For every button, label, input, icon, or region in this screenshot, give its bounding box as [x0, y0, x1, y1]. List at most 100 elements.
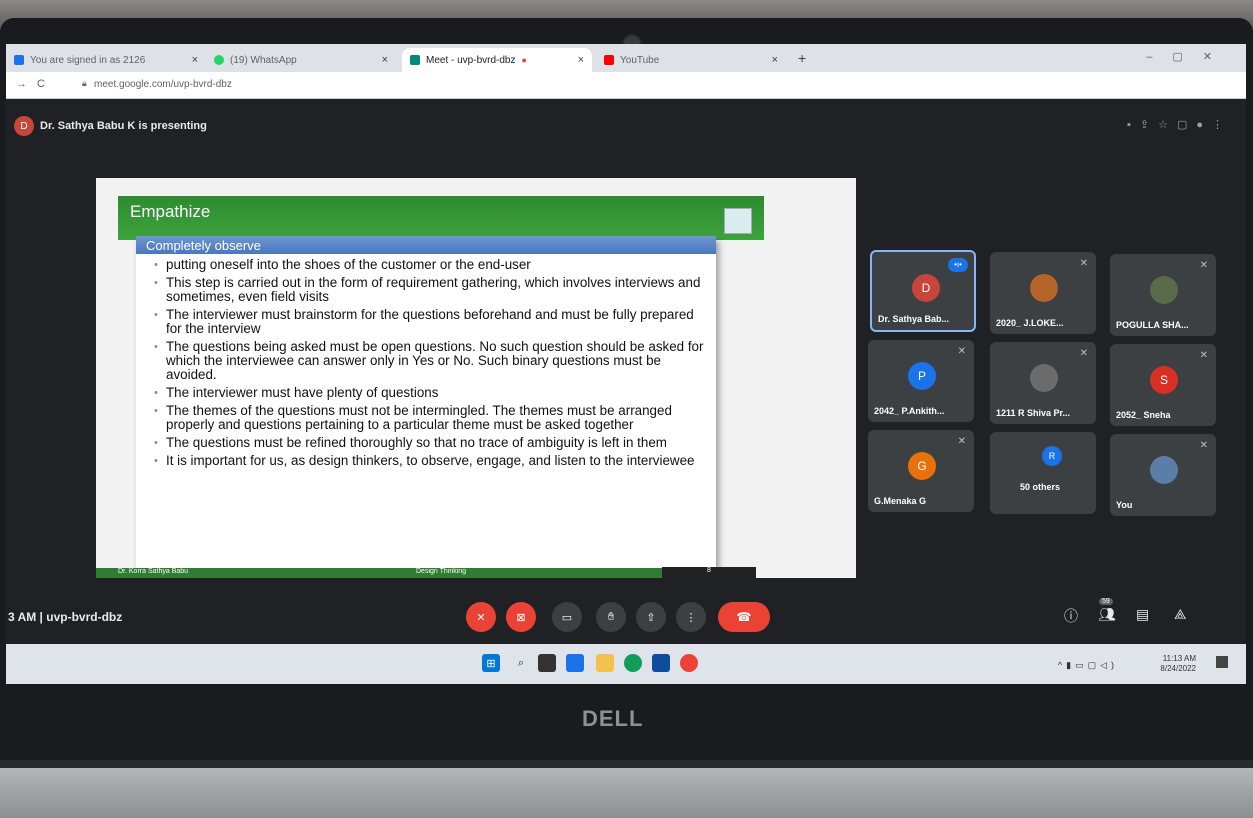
- tab-signed-in[interactable]: You are signed in as 2126 ×: [6, 48, 206, 72]
- edge-icon[interactable]: [624, 654, 642, 672]
- close-icon[interactable]: ×: [578, 54, 584, 66]
- people-icon[interactable]: 👥︎: [1098, 606, 1116, 623]
- search-icon[interactable]: ⌕: [512, 654, 530, 672]
- chat-icon[interactable]: ▤: [1136, 606, 1149, 623]
- mic-off-icon: ✕: [1079, 258, 1088, 269]
- bullet-item: It is important for us, as design thinke…: [154, 454, 704, 469]
- avatar: [1150, 456, 1178, 484]
- people-count-badge: 59: [1099, 598, 1113, 605]
- participant-tile[interactable]: ✕ P 2042_ P.Ankith...: [868, 340, 974, 422]
- bullet-item: putting oneself into the shoes of the cu…: [154, 258, 704, 273]
- nav-buttons-icon[interactable]: →C: [16, 78, 55, 90]
- mic-off-icon: ✕: [1199, 440, 1208, 451]
- system-tray-icons[interactable]: ^▮▭▢◁): [1058, 660, 1118, 671]
- mic-off-icon: ✕: [957, 436, 966, 447]
- close-icon[interactable]: ×: [772, 54, 778, 66]
- tab-meet[interactable]: Meet - uvp-bvrd-dbz ● ×: [402, 48, 592, 72]
- footer-page-number: 8: [662, 567, 756, 578]
- clock[interactable]: 11:13 AM 8/24/2022: [1160, 654, 1196, 674]
- captions-button[interactable]: ▭: [552, 602, 582, 632]
- bullet-item: The themes of the questions must not be …: [154, 404, 704, 432]
- end-call-button[interactable]: ☎︎: [718, 602, 770, 632]
- mic-off-icon: ✕: [476, 611, 486, 624]
- task-view-icon[interactable]: [538, 654, 556, 672]
- window-controls[interactable]: –▢✕: [1146, 50, 1232, 63]
- brand-logo: DELL: [582, 706, 644, 731]
- bullet-list: putting oneself into the shoes of the cu…: [154, 258, 704, 472]
- slide-title: Empathize: [130, 202, 211, 221]
- participant-tile[interactable]: ✕ You: [1110, 434, 1216, 516]
- participant-tile[interactable]: R 50 others: [990, 432, 1096, 514]
- mic-off-icon: ✕: [957, 346, 966, 357]
- footer-author: Dr. Korra Sathya Babu: [118, 568, 189, 575]
- start-icon[interactable]: ⊞: [482, 654, 500, 672]
- browser-toolbar-icons[interactable]: ▪⇪☆▢●⋮: [1127, 118, 1232, 131]
- footer-course: Design Thinking: [416, 568, 467, 575]
- participant-tile[interactable]: ✕ 2020_ J.LOKE...: [990, 252, 1096, 334]
- raise-hand-button[interactable]: ✋︎: [596, 602, 626, 632]
- slide-footer: Dr. Korra Sathya Babu Design Thinking 8: [96, 567, 756, 578]
- present-button[interactable]: ⇧: [636, 602, 666, 632]
- tab-youtube[interactable]: YouTube ×: [596, 48, 786, 72]
- info-icon[interactable]: ⓘ: [1064, 606, 1078, 626]
- avatar: D: [14, 116, 34, 136]
- avatar: R: [1042, 446, 1062, 466]
- youtube-icon: [604, 55, 614, 65]
- more-options-button[interactable]: ⋮: [676, 602, 706, 632]
- participant-name: Dr. Sathya Bab...: [878, 314, 950, 324]
- camera-off-icon: ⊠: [516, 611, 526, 624]
- notification-icon[interactable]: [1216, 656, 1228, 668]
- tab-label: YouTube: [620, 54, 660, 66]
- tab-label: Meet - uvp-bvrd-dbz: [426, 54, 516, 66]
- chrome-icon[interactable]: [680, 654, 698, 672]
- meeting-info: 3 AM | uvp-bvrd-dbz: [8, 610, 123, 624]
- recording-dot-icon: ●: [521, 55, 527, 65]
- participant-name: 1211 R Shiva Pr...: [996, 408, 1071, 418]
- mic-off-button[interactable]: ✕: [466, 602, 496, 632]
- participant-tile[interactable]: ✕ POGULLA SHA...: [1110, 254, 1216, 336]
- participant-name: 50 others: [1020, 482, 1061, 492]
- mic-off-icon: ✕: [1079, 348, 1088, 359]
- avatar: P: [908, 362, 936, 390]
- avatar: [1030, 364, 1058, 392]
- clock-date: 8/24/2022: [1160, 664, 1196, 673]
- url-field[interactable]: meet.google.com/uvp-bvrd-dbz: [94, 79, 232, 90]
- tab-label: You are signed in as 2126: [30, 54, 146, 66]
- participant-tile[interactable]: •ı• D Dr. Sathya Bab...: [870, 250, 976, 332]
- lock-icon: 🔒︎: [82, 78, 87, 88]
- participant-name: 2052_ Sneha: [1116, 410, 1171, 420]
- avatar: [1030, 274, 1058, 302]
- laptop-screen: You are signed in as 2126 × (19) WhatsAp…: [6, 44, 1246, 684]
- phone-hangup-icon: ☎︎: [736, 610, 752, 624]
- participant-name: 2020_ J.LOKE...: [996, 318, 1064, 328]
- activities-icon[interactable]: ⟁: [1174, 606, 1187, 623]
- file-explorer-icon[interactable]: [596, 654, 614, 672]
- participant-tile[interactable]: ✕ S 2052_ Sneha: [1110, 344, 1216, 426]
- meet-icon: [410, 55, 420, 65]
- section-title: Completely observe: [146, 238, 261, 253]
- tab-whatsapp[interactable]: (19) WhatsApp ×: [206, 48, 396, 72]
- widgets-icon[interactable]: [566, 654, 584, 672]
- slide-title-bar: [118, 196, 764, 240]
- tab-label: (19) WhatsApp: [230, 54, 297, 66]
- more-vert-icon: ⋮: [685, 611, 697, 624]
- presentation-slide: Empathize Completely observe putting one…: [96, 178, 856, 578]
- clock-time: 11:13 AM: [1162, 654, 1196, 663]
- participant-tile[interactable]: ✕ 1211 R Shiva Pr...: [990, 342, 1096, 424]
- participant-tile[interactable]: ✕ G G.Menaka G: [868, 430, 974, 512]
- close-icon[interactable]: ×: [382, 54, 388, 66]
- avatar: S: [1150, 366, 1178, 394]
- camera-off-button[interactable]: ⊠: [506, 602, 536, 632]
- captions-icon: ▭: [561, 611, 573, 624]
- hand-icon: ✋︎: [607, 610, 615, 623]
- presenting-banner: Dr. Sathya Babu K is presenting: [40, 120, 207, 132]
- address-bar: →C 🔒︎ meet.google.com/uvp-bvrd-dbz: [6, 72, 1246, 99]
- browser-tab-bar: You are signed in as 2126 × (19) WhatsAp…: [6, 44, 1246, 72]
- new-tab-button[interactable]: +: [798, 50, 806, 66]
- store-icon[interactable]: [652, 654, 670, 672]
- close-icon[interactable]: ×: [192, 54, 198, 66]
- laptop-base: [0, 768, 1253, 818]
- avatar: G: [908, 452, 936, 480]
- bullet-item: The questions being asked must be open q…: [154, 340, 704, 382]
- participant-name: G.Menaka G: [874, 496, 927, 506]
